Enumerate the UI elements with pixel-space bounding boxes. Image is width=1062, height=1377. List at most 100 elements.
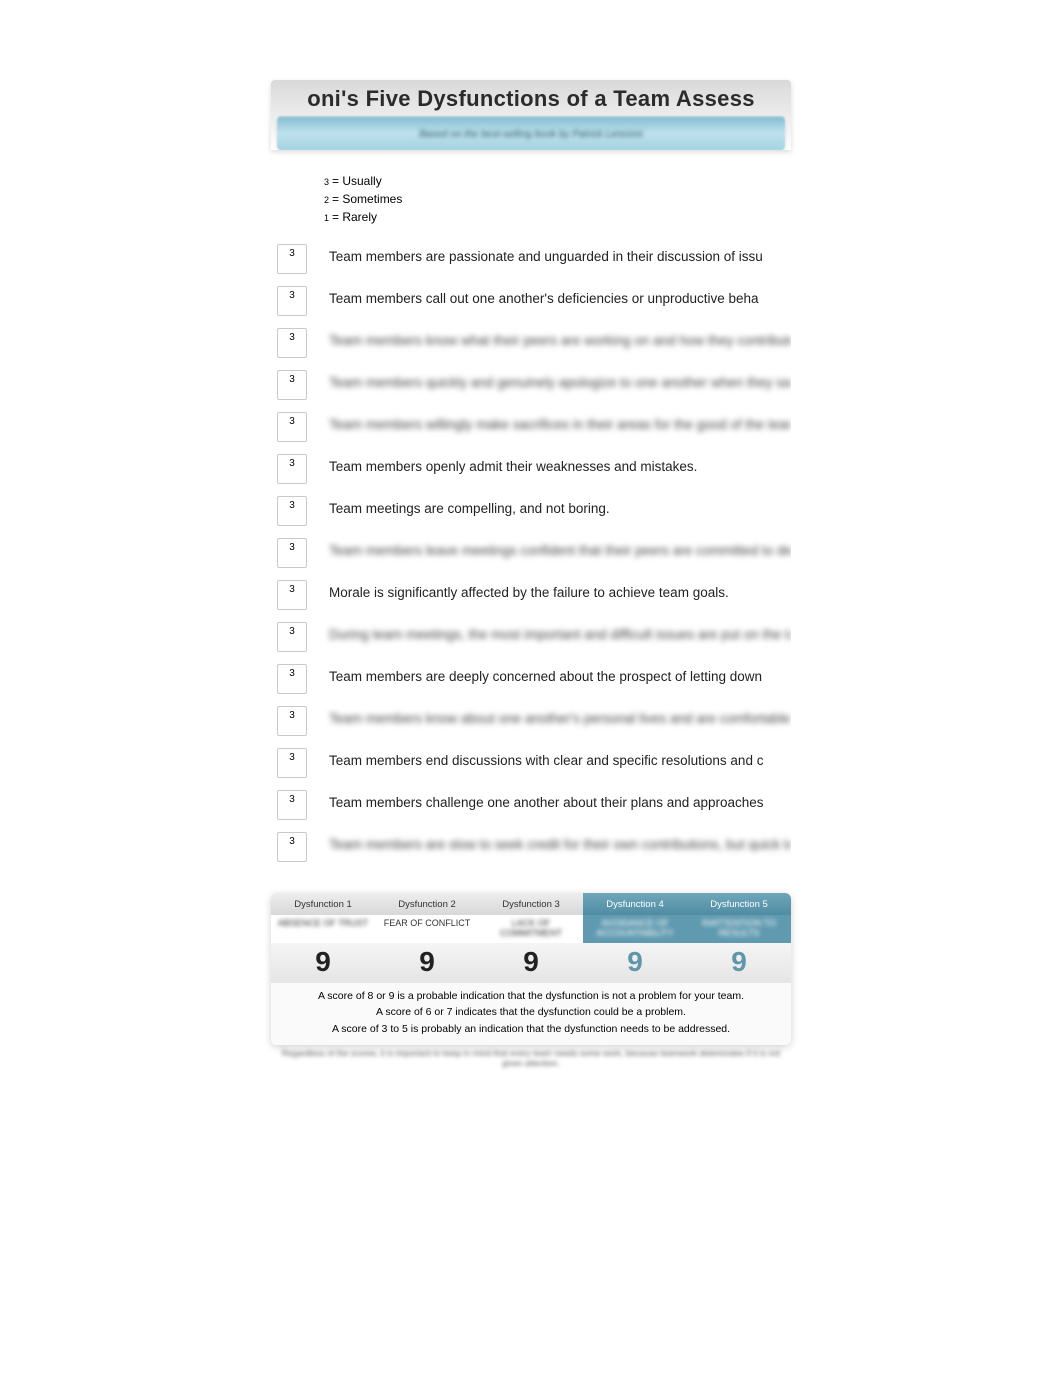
score-input[interactable]: 3 [277, 832, 307, 862]
question-row: 3Team members end discussions with clear… [271, 742, 791, 784]
interpretation: A score of 8 or 9 is a probable indicati… [271, 983, 791, 1045]
result-column-header: Dysfunction 5 [687, 893, 791, 915]
result-column-sublabel: ABSENCE OF TRUST [271, 915, 375, 943]
result-column-header: Dysfunction 1 [271, 893, 375, 915]
score-value: 3 [289, 710, 295, 721]
question-text: Team members openly admit their weakness… [329, 454, 697, 474]
legend-row: 1 = Rarely [319, 208, 791, 226]
score-input[interactable]: 3 [277, 286, 307, 316]
score-value: 3 [289, 500, 295, 511]
question-text: Team members willingly make sacrifices i… [329, 412, 791, 432]
result-column-sublabel: AVOIDANCE OF ACCOUNTABILITY [583, 915, 687, 943]
score-value: 3 [289, 458, 295, 469]
footnote: Regardless of the scores, it is importan… [271, 1048, 791, 1071]
score-value: 3 [289, 752, 295, 763]
question-list: 3 Team members are passionate and unguard… [271, 238, 791, 868]
score-value: 3 [289, 332, 295, 343]
interpretation-line: A score of 6 or 7 indicates that the dys… [281, 1004, 781, 1020]
legend-row: 3 = Usually [319, 172, 791, 190]
result-column-header: Dysfunction 4 [583, 893, 687, 915]
result-score: 9 [687, 943, 791, 983]
score-input[interactable]: 3 [277, 790, 307, 820]
footnote-text: Regardless of the scores, it is importan… [271, 1048, 791, 1068]
score-value: 3 [289, 248, 295, 259]
page-title: oni's Five Dysfunctions of a Team Assess [271, 86, 791, 112]
legend-number: 1 [319, 212, 329, 226]
score-input[interactable]: 3 [277, 748, 307, 778]
question-text: Team members are slow to seek credit for… [329, 832, 791, 852]
score-value: 3 [289, 584, 295, 595]
score-input[interactable]: 3 [277, 622, 307, 652]
legend-label: = Usually [332, 172, 382, 190]
result-column-sublabel: LACK OF COMMITMENT [479, 915, 583, 943]
score-input[interactable]: 3 [277, 370, 307, 400]
score-input[interactable]: 3 [277, 538, 307, 568]
score-value: 3 [289, 542, 295, 553]
legend-row: 2 = Sometimes [319, 190, 791, 208]
result-score: 9 [583, 943, 687, 983]
score-value: 3 [289, 836, 295, 847]
interpretation-line: A score of 8 or 9 is a probable indicati… [281, 988, 781, 1004]
legend-number: 3 [319, 176, 329, 190]
question-text: Team meetings are compelling, and not bo… [329, 496, 610, 516]
result-column-header: Dysfunction 3 [479, 893, 583, 915]
question-row: 3 Team members leave meetings confident t… [271, 532, 791, 574]
question-row: 3 During team meetings, the most importan… [271, 616, 791, 658]
subtitle-bar: Based on the best-selling book by Patric… [277, 116, 785, 150]
score-value: 3 [289, 374, 295, 385]
score-value: 3 [289, 290, 295, 301]
question-row: 3 Morale is significantly affected by the… [271, 574, 791, 616]
result-score: 9 [375, 943, 479, 983]
subtitle-text: Based on the best-selling book by Patric… [419, 129, 642, 140]
interpretation-line: A score of 3 to 5 is probably an indicat… [281, 1021, 781, 1037]
question-text: Team members know about one another's pe… [329, 706, 791, 726]
question-row: 3 Team members openly admit their weaknes… [271, 448, 791, 490]
question-row: 3 Team members know about one another's p… [271, 700, 791, 742]
score-input[interactable]: 3 [277, 412, 307, 442]
question-row: 3 Team members call out one another's def… [271, 280, 791, 322]
question-text: Team members call out one another's defi… [329, 286, 759, 306]
question-text: Team members are deeply concerned about … [329, 664, 762, 684]
score-input[interactable]: 3 [277, 244, 307, 274]
title-bar: oni's Five Dysfunctions of a Team Assess… [271, 80, 791, 150]
score-value: 3 [289, 626, 295, 637]
score-input[interactable]: 3 [277, 328, 307, 358]
document-container: oni's Five Dysfunctions of a Team Assess… [271, 80, 791, 1071]
question-row: 3 Team members willingly make sacrifices … [271, 406, 791, 448]
question-row: 3 Team members are passionate and unguard… [271, 238, 791, 280]
results-header-row: Dysfunction 1Dysfunction 2Dysfunction 3D… [271, 893, 791, 915]
result-column-header: Dysfunction 2 [375, 893, 479, 915]
results-table: Dysfunction 1Dysfunction 2Dysfunction 3D… [271, 893, 791, 1045]
score-input[interactable]: 3 [277, 706, 307, 736]
question-text: Team members challenge one another about… [329, 790, 764, 810]
legend-number: 2 [319, 194, 329, 208]
question-row: 3 Team members are deeply concerned about… [271, 658, 791, 700]
score-input[interactable]: 3 [277, 496, 307, 526]
legend-label: = Rarely [332, 208, 377, 226]
question-row: 3 Team members know what their peers are … [271, 322, 791, 364]
score-input[interactable]: 3 [277, 580, 307, 610]
score-input[interactable]: 3 [277, 664, 307, 694]
question-text: Team members know what their peers are w… [329, 328, 791, 348]
score-value: 3 [289, 668, 295, 679]
question-text: Team members are passionate and unguarde… [329, 244, 763, 264]
score-value: 3 [289, 794, 295, 805]
score-value: 3 [289, 416, 295, 427]
result-score: 9 [271, 943, 375, 983]
question-text: Morale is significantly affected by the … [329, 580, 729, 600]
question-row: 3 Team members challenge one another abou… [271, 784, 791, 826]
question-text: During team meetings, the most important… [329, 622, 791, 642]
question-text: Team members quickly and genuinely apolo… [329, 370, 791, 390]
question-text: Team members leave meetings confident th… [329, 538, 791, 558]
result-column-sublabel: FEAR OF CONFLICT [375, 915, 479, 943]
result-score: 9 [479, 943, 583, 983]
results-sub-row: ABSENCE OF TRUSTFEAR OF CONFLICTLACK OF … [271, 915, 791, 943]
result-column-sublabel: INATTENTION TO RESULTS [687, 915, 791, 943]
legend-label: = Sometimes [332, 190, 402, 208]
question-row: 3 Team members are slow to seek credit fo… [271, 826, 791, 868]
question-row: 3 Team meetings are compelling, and not b… [271, 490, 791, 532]
score-input[interactable]: 3 [277, 454, 307, 484]
legend: 3 = Usually2 = Sometimes1 = Rarely [319, 172, 791, 226]
results-score-row: 99999 [271, 943, 791, 983]
question-row: 3 Team members quickly and genuinely apol… [271, 364, 791, 406]
